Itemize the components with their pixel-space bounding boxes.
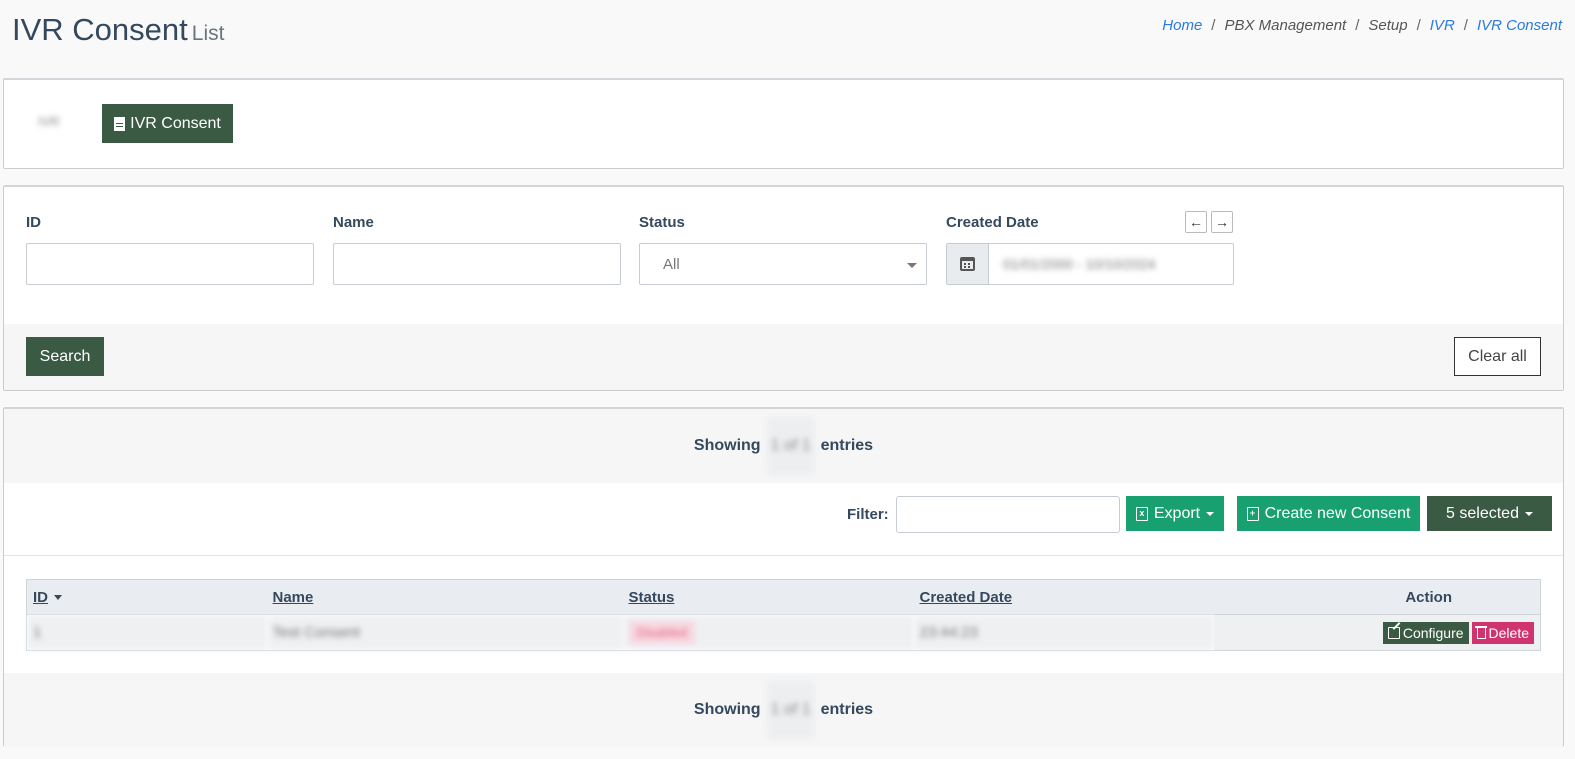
chevron-down-icon bbox=[1206, 511, 1215, 516]
breadcrumb-separator: / bbox=[1416, 17, 1421, 34]
list-panel: Showing 1 of 1 entries Filter: x Export … bbox=[3, 407, 1564, 747]
column-header-action-label: Action bbox=[1405, 588, 1452, 606]
arrow-right-icon: → bbox=[1215, 214, 1229, 230]
name-filter-input[interactable] bbox=[333, 243, 621, 285]
showing-suffix: entries bbox=[820, 701, 874, 718]
calendar-icon bbox=[960, 257, 975, 271]
tab-ivr-consent[interactable]: IVR Consent bbox=[102, 104, 233, 143]
showing-prefix: Showing bbox=[693, 701, 761, 718]
edit-icon bbox=[1387, 626, 1400, 639]
cell-status: Disabled bbox=[622, 614, 914, 651]
export-button[interactable]: x Export bbox=[1126, 496, 1224, 531]
breadcrumb-separator: / bbox=[1355, 17, 1360, 34]
breadcrumb-ivr[interactable]: IVR bbox=[1430, 17, 1455, 34]
date-range-value: 01/01/2000 - 10/10/2024 bbox=[1003, 256, 1156, 272]
breadcrumb-ivr-consent[interactable]: IVR Consent bbox=[1477, 17, 1562, 34]
column-header-id-label: ID bbox=[33, 588, 48, 606]
table-row: 1 Test Consent Disabled 23:44:23 Configu… bbox=[26, 614, 1541, 651]
tabs-panel: IVR IVR Consent bbox=[3, 78, 1564, 169]
page-title: IVR Consent List bbox=[12, 12, 224, 48]
table-header-row: ID Name Status Created Date Action bbox=[26, 579, 1541, 615]
chevron-down-icon bbox=[1524, 511, 1533, 516]
status-badge: Disabled bbox=[628, 621, 696, 644]
cell-created-date: 23:44:23 bbox=[913, 614, 1214, 651]
clear-all-button[interactable]: Clear all bbox=[1454, 337, 1541, 376]
tab-ivr-label: IVR bbox=[38, 114, 60, 129]
column-select-button[interactable]: 5 selected bbox=[1427, 496, 1552, 531]
column-header-created-date[interactable]: Created Date bbox=[913, 579, 1214, 615]
id-filter-label: ID bbox=[26, 214, 41, 231]
create-consent-button[interactable]: + Create new Consent bbox=[1237, 496, 1420, 531]
page-header: IVR Consent List Home / PBX Management / … bbox=[0, 0, 1575, 64]
name-filter-label: Name bbox=[333, 214, 374, 231]
configure-button[interactable]: Configure bbox=[1382, 621, 1469, 644]
column-header-action: Action bbox=[1213, 579, 1541, 615]
column-header-status-label: Status bbox=[628, 588, 675, 606]
breadcrumb-home[interactable]: Home bbox=[1162, 17, 1202, 34]
breadcrumb: Home / PBX Management / Setup / IVR / IV… bbox=[1162, 17, 1562, 34]
date-range-picker[interactable]: 01/01/2000 - 10/10/2024 bbox=[946, 243, 1234, 285]
document-icon bbox=[114, 116, 126, 131]
configure-button-label: Configure bbox=[1402, 624, 1464, 641]
showing-count: 1 of 1 bbox=[766, 681, 815, 739]
table-filter-label: Filter: bbox=[847, 506, 889, 523]
showing-prefix: Showing bbox=[693, 437, 761, 454]
showing-count: 1 of 1 bbox=[766, 417, 815, 475]
breadcrumb-setup: Setup bbox=[1368, 17, 1408, 34]
search-button[interactable]: Search bbox=[26, 337, 104, 376]
tab-ivr-consent-label: IVR Consent bbox=[130, 114, 221, 132]
breadcrumb-separator: / bbox=[1211, 17, 1216, 34]
chevron-down-icon bbox=[907, 263, 917, 268]
showing-suffix: entries bbox=[820, 437, 874, 454]
file-add-icon: + bbox=[1246, 506, 1259, 521]
delete-button-label: Delete bbox=[1488, 624, 1529, 641]
status-filter-label: Status bbox=[639, 214, 685, 231]
export-button-label: Export bbox=[1153, 504, 1201, 522]
showing-entries-top: Showing 1 of 1 entries bbox=[4, 409, 1563, 483]
page-subtitle: List bbox=[191, 22, 225, 45]
search-button-label: Search bbox=[39, 347, 91, 365]
date-next-button[interactable]: → bbox=[1211, 211, 1233, 233]
create-consent-button-label: Create new Consent bbox=[1264, 504, 1411, 522]
breadcrumb-pbx-management: PBX Management bbox=[1224, 17, 1347, 34]
cell-name: Test Consent bbox=[266, 614, 623, 651]
clear-all-button-label: Clear all bbox=[1468, 347, 1527, 365]
column-header-status[interactable]: Status bbox=[622, 579, 914, 615]
showing-entries-bottom: Showing 1 of 1 entries bbox=[4, 673, 1563, 747]
filter-footer: Search Clear all bbox=[4, 324, 1563, 390]
delete-button[interactable]: Delete bbox=[1471, 621, 1534, 644]
sort-desc-icon bbox=[54, 595, 62, 601]
column-header-created-label: Created Date bbox=[919, 588, 1013, 606]
tab-ivr[interactable]: IVR bbox=[38, 114, 60, 129]
trash-icon bbox=[1474, 626, 1487, 639]
status-select[interactable]: All bbox=[639, 243, 927, 285]
cell-id: 1 bbox=[26, 614, 267, 651]
filter-panel: ID Name Status All Created Date ← → 01/0… bbox=[3, 185, 1564, 391]
consent-table: ID Name Status Created Date Action 1 Tes… bbox=[26, 579, 1541, 651]
list-toolbar: Filter: x Export + Create new Consent 5 … bbox=[4, 484, 1563, 556]
column-header-name[interactable]: Name bbox=[266, 579, 623, 615]
calendar-addon[interactable] bbox=[947, 244, 989, 284]
id-filter-input[interactable] bbox=[26, 243, 314, 285]
excel-icon: x bbox=[1135, 506, 1148, 521]
date-prev-button[interactable]: ← bbox=[1185, 211, 1207, 233]
status-select-value: All bbox=[663, 255, 680, 273]
column-header-name-label: Name bbox=[272, 588, 314, 606]
arrow-left-icon: ← bbox=[1189, 214, 1203, 230]
cell-action: Configure Delete bbox=[1213, 614, 1541, 651]
page-title-text: IVR Consent bbox=[12, 12, 188, 47]
table-filter-input[interactable] bbox=[896, 496, 1120, 533]
column-header-id[interactable]: ID bbox=[26, 579, 267, 615]
created-date-filter-label: Created Date bbox=[946, 214, 1039, 231]
column-select-label: 5 selected bbox=[1446, 504, 1519, 522]
breadcrumb-separator: / bbox=[1463, 17, 1468, 34]
